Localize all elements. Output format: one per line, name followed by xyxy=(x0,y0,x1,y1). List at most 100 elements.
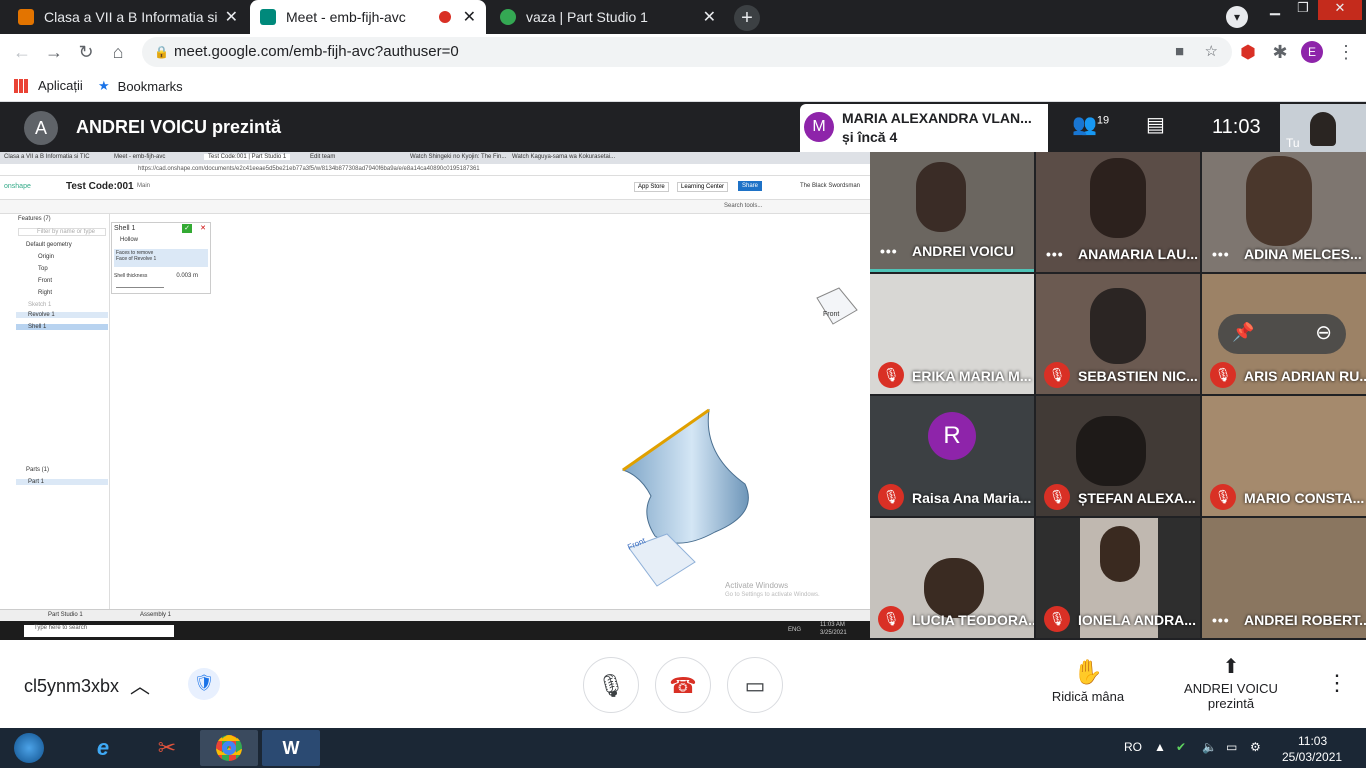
mic-muted-icon: 🎙 xyxy=(1210,362,1236,388)
bookmarks-folder[interactable]: ★ Bookmarks xyxy=(98,78,183,94)
reload-icon[interactable]: ↻ xyxy=(76,42,96,62)
windows-logo-icon xyxy=(14,733,44,763)
browser-tab-classroom[interactable]: Clasa a VII a B Informatia si TIC ✕ xyxy=(8,0,248,34)
tool-app-icon[interactable]: ✂ xyxy=(138,730,196,766)
internet-explorer-icon[interactable]: e xyxy=(74,730,132,766)
shared-date: 3/25/2021 xyxy=(820,630,847,636)
new-tab-button[interactable]: + xyxy=(734,5,760,31)
clock-date[interactable]: 25/03/2021 xyxy=(1282,750,1342,764)
chrome-logo xyxy=(216,735,242,761)
thickness-value: 0.003 m xyxy=(176,273,198,279)
mic-muted-icon: 🎙 xyxy=(1044,606,1070,632)
participant-name: ARIS ADRIAN RU... xyxy=(1244,368,1366,384)
bookmark-star-icon[interactable]: ☆ xyxy=(1205,37,1218,67)
back-icon[interactable]: ← xyxy=(12,42,32,62)
speaker-more: și încă 4 xyxy=(842,129,898,145)
people-icon[interactable]: 👥19 xyxy=(1072,112,1109,137)
leave-call-button[interactable]: ☎ xyxy=(655,657,711,713)
meet-icon xyxy=(260,9,276,25)
browser-tab-meet[interactable]: Meet - emb-fijh-avc ✕ xyxy=(250,0,486,34)
extension-stop-icon[interactable]: ⬢ xyxy=(1238,42,1258,62)
video-camera-icon: ▭ xyxy=(744,673,766,698)
self-view-tile[interactable]: Tu xyxy=(1280,104,1366,152)
remove-icon[interactable]: ⊖ xyxy=(1315,320,1332,345)
minimize-icon[interactable]: ▁ xyxy=(1262,0,1288,20)
shared-tab: Clasa a VII a B Informatia si TIC xyxy=(4,154,90,160)
tree-item: Shell 1 xyxy=(16,324,108,330)
participant-tile[interactable]: ••• ANDREI ROBERT... xyxy=(1202,518,1366,638)
participant-tile[interactable]: 🎙 ERIKA MARIA M... xyxy=(870,274,1034,394)
security-icon[interactable]: ✔ xyxy=(1176,740,1186,754)
shared-tab: Meet - emb-fijh-avc xyxy=(114,154,166,160)
chat-icon[interactable]: ▤ xyxy=(1146,112,1165,137)
host-controls-shield-icon[interactable]: 🛡 xyxy=(188,668,220,700)
shared-tab: Watch Shingeki no Kyojin: The Fin... xyxy=(410,154,507,160)
tree-item: Revolve 1 xyxy=(16,312,108,318)
shared-time: 11:03 AM xyxy=(820,622,845,628)
show-hidden-icons-icon[interactable]: ▲ xyxy=(1154,740,1166,754)
participant-tile[interactable]: 🎙 SEBASTIEN NIC... xyxy=(1036,274,1200,394)
participant-video xyxy=(1090,158,1146,238)
camera-icon[interactable]: ■ xyxy=(1175,37,1184,67)
recording-icon xyxy=(438,11,451,23)
camera-button[interactable]: ▭ xyxy=(727,657,783,713)
browser-menu-icon[interactable]: ⋮ xyxy=(1336,42,1356,62)
profile-avatar[interactable]: E xyxy=(1301,41,1323,63)
more-options-icon[interactable]: ⋮ xyxy=(1326,670,1348,696)
close-tab-icon[interactable]: ✕ xyxy=(225,7,238,27)
maximize-icon[interactable]: ❐ xyxy=(1290,0,1316,20)
dialog-title: Shell 1 xyxy=(114,225,136,232)
close-tab-icon[interactable]: ✕ xyxy=(703,7,716,27)
active-speakers-info[interactable]: M MARIA ALEXANDRA VLAN... și încă 4 xyxy=(800,104,1048,152)
raise-hand-button[interactable]: ✋ Ridică mâna xyxy=(1040,658,1136,704)
onshape-icon xyxy=(500,9,516,25)
apps-bookmark[interactable]: Aplicații xyxy=(14,78,83,93)
close-tab-icon[interactable]: ✕ xyxy=(463,7,476,27)
volume-icon[interactable]: 🔈 xyxy=(1202,740,1217,754)
self-video xyxy=(1310,112,1336,146)
shared-tab: Test Code:001 | Part Studio 1 xyxy=(204,154,291,160)
home-icon[interactable]: ⌂ xyxy=(108,42,128,62)
clock-time[interactable]: 11:03 xyxy=(1298,734,1327,748)
shared-url: https://cad.onshape.com/documents/e2c41e… xyxy=(138,166,480,172)
network-icon[interactable]: ▭ xyxy=(1226,740,1237,754)
participant-avatar: R xyxy=(928,412,976,460)
activate-windows-subtext: Go to Settings to activate Windows. xyxy=(725,592,820,598)
tab-title: Meet - emb-fijh-avc xyxy=(286,9,406,25)
shared-lang: ENG xyxy=(788,627,802,633)
presenter-title: ANDREI VOICU prezintă xyxy=(76,117,282,137)
onshape-header: onshape Test Code:001 Main App Store Lea… xyxy=(0,176,870,200)
forward-icon[interactable]: → xyxy=(44,42,64,62)
participant-tile[interactable]: ••• ANDREI VOICU xyxy=(870,152,1034,272)
speaker-name: MARIA ALEXANDRA VLAN... xyxy=(842,110,1032,126)
tile-hover-controls: 📌 ⊖ xyxy=(1218,314,1346,354)
participant-tile[interactable]: 🎙 LUCIA TEODORA... xyxy=(870,518,1034,638)
participant-tile[interactable]: 🎙 ȘTEFAN ALEXA... xyxy=(1036,396,1200,516)
viewport-canvas: Front Front xyxy=(621,287,858,587)
participant-tile[interactable]: ••• ANAMARIA LAU... xyxy=(1036,152,1200,272)
close-window-icon[interactable]: ✕ xyxy=(1318,0,1362,20)
language-indicator[interactable]: RO xyxy=(1124,740,1142,754)
pin-icon[interactable]: 📌 xyxy=(1232,322,1254,343)
participant-tile[interactable]: R 🎙 Raisa Ana Maria... xyxy=(870,396,1034,516)
url-input[interactable]: 🔒 meet.google.com/emb-fijh-avc?authuser=… xyxy=(142,37,1232,67)
chevron-up-icon[interactable]: ︿ xyxy=(130,670,150,699)
chrome-taskbar-icon[interactable] xyxy=(200,730,258,766)
participant-tile[interactable]: 🎙 MARIO CONSTA... xyxy=(1202,396,1366,516)
present-now-button[interactable]: ⬆ ANDREI VOICU prezintă xyxy=(1172,654,1290,711)
tab-search-icon[interactable]: ▾ xyxy=(1226,6,1248,28)
microphone-button[interactable]: 🎙 xyxy=(583,657,639,713)
participant-tile[interactable]: 🎙 IONELA ANDRA... xyxy=(1036,518,1200,638)
participant-tile[interactable]: ••• ADINA MELCES... xyxy=(1202,152,1366,272)
features-label: Features (7) xyxy=(18,216,51,222)
start-button[interactable] xyxy=(0,730,58,766)
language-bar-icon[interactable]: ⚙ xyxy=(1250,740,1261,754)
browser-tab-onshape[interactable]: vaza | Part Studio 1 ✕ xyxy=(490,0,726,34)
search-tools: Search tools... xyxy=(724,203,763,209)
participant-video xyxy=(924,558,984,618)
word-taskbar-icon[interactable]: W xyxy=(262,730,320,766)
extensions-icon[interactable]: ✱ xyxy=(1270,42,1290,62)
hand-icon: ✋ xyxy=(1073,659,1103,686)
participant-video xyxy=(916,162,966,232)
tree-item: Front xyxy=(38,278,53,284)
